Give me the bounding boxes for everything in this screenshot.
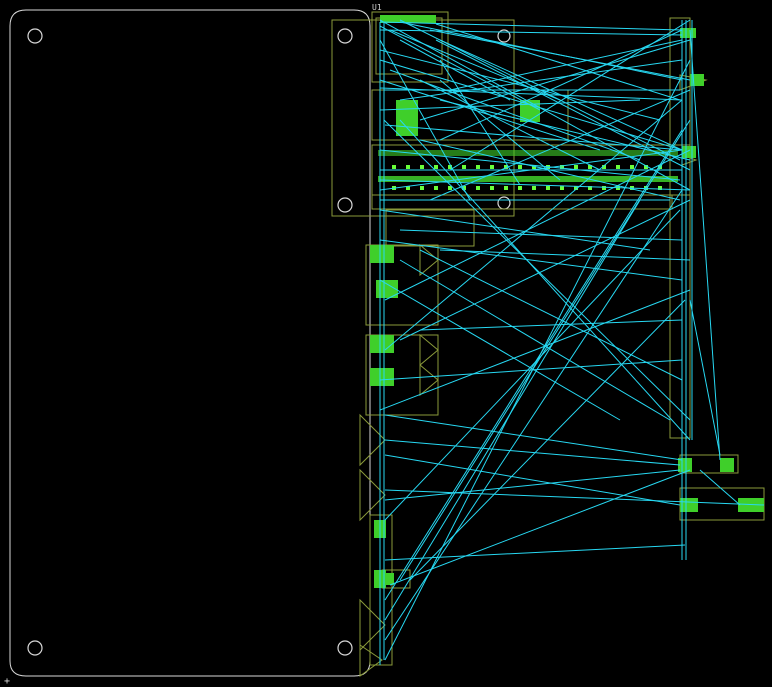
reference-label: U1 bbox=[372, 3, 382, 12]
pin-dot bbox=[504, 186, 508, 190]
pin-dot bbox=[406, 165, 410, 169]
pin-dot bbox=[518, 186, 522, 190]
pin-dot bbox=[630, 165, 634, 169]
pin-dot bbox=[434, 186, 438, 190]
pin-dot bbox=[462, 165, 466, 169]
pin-dot bbox=[490, 186, 494, 190]
pin-dot bbox=[574, 165, 578, 169]
pin-dot bbox=[518, 165, 522, 169]
pin-dot bbox=[616, 165, 620, 169]
pin-dot bbox=[420, 186, 424, 190]
pin-dot bbox=[392, 165, 396, 169]
pin-dot bbox=[560, 186, 564, 190]
pin-dot bbox=[490, 165, 494, 169]
pin-dot bbox=[532, 186, 536, 190]
pin-dot bbox=[476, 186, 480, 190]
pin-dot bbox=[546, 186, 550, 190]
pin-dot bbox=[434, 165, 438, 169]
origin-marker: + bbox=[4, 676, 10, 687]
pin-dot bbox=[602, 186, 606, 190]
pin-dot bbox=[476, 165, 480, 169]
pcb-canvas[interactable]: U1 + bbox=[0, 0, 772, 687]
pin-dot bbox=[420, 165, 424, 169]
